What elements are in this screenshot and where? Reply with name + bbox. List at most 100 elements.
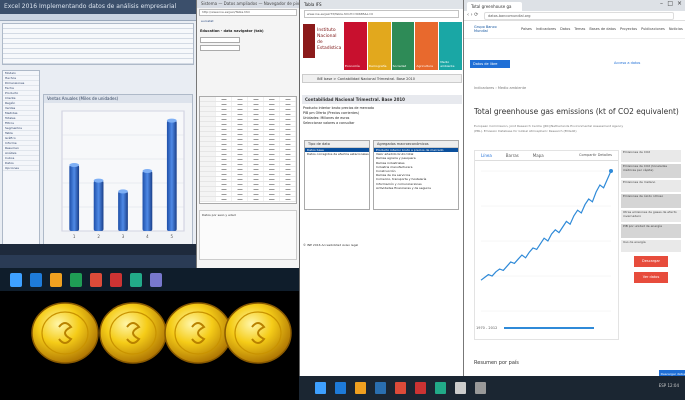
taskbar-app-icon[interactable] [90, 272, 102, 287]
browser-tab[interactable]: Total greenhouse ga [467, 2, 522, 11]
table-cell [216, 132, 232, 136]
field-list[interactable]: Modelo Hechos Dimensiones Fecha Producto Clie… [2, 70, 40, 250]
related-indicator[interactable]: Uso de energía [621, 240, 681, 252]
taskbar-app-icon[interactable] [130, 272, 142, 287]
topic-tile-label: Medio ambiente [440, 60, 455, 68]
table-cell [264, 172, 280, 176]
table-cell [200, 137, 216, 141]
open-data-button[interactable]: Datos de libre acceso [470, 60, 510, 74]
app-toolbar[interactable] [0, 14, 196, 21]
selector-items[interactable]: Producto interior bruto a precios de mer… [374, 148, 458, 190]
windows-start-icon[interactable] [315, 382, 326, 394]
action-button[interactable]: Descargar [634, 256, 668, 267]
related-indicator[interactable]: Otras emisiones de gases de efecto inver… [621, 210, 681, 222]
ine-logo[interactable]: Instituto Nacional de Estadística [303, 24, 343, 70]
field-list-item[interactable]: Opciones [3, 166, 39, 171]
year-slider[interactable] [504, 327, 594, 329]
related-indicator[interactable]: Emisiones de CO2 (toneladas métricas per… [621, 164, 681, 178]
menu-item[interactable]: Países [521, 27, 532, 31]
taskbar-app-icon[interactable] [435, 382, 446, 394]
table-cell [248, 112, 264, 116]
sheet-tabs-bar[interactable] [0, 244, 196, 255]
topic-tile[interactable]: Demografía [367, 22, 391, 70]
table-cell [264, 162, 280, 166]
back-forward-icon[interactable]: ‹ › ⟳ [467, 12, 478, 18]
selector-items[interactable]: Datos base Datos corregidos de efectos es… [305, 148, 369, 156]
last-point [609, 169, 613, 173]
related-indicator[interactable]: Emisiones de CO2 [621, 150, 681, 162]
chart-actions[interactable]: Compartir Detalles [579, 153, 612, 157]
data-access-link[interactable]: Acceso a datos [614, 61, 640, 65]
site-menu[interactable]: Países Indicadores Datos Temas Bases de dato… [521, 27, 685, 31]
table-cell [216, 152, 232, 156]
taskbar-app-icon[interactable] [455, 382, 466, 394]
table-cell [248, 147, 264, 151]
menu-item[interactable]: Datos [560, 27, 570, 31]
taskbar-app-icon[interactable] [335, 382, 346, 394]
table-cell [200, 132, 216, 136]
tab-map[interactable]: Mapa [533, 153, 544, 158]
filter-field-2[interactable] [200, 45, 240, 51]
taskbar-app-icon[interactable] [375, 382, 386, 394]
table-cell [280, 182, 296, 186]
topic-tile[interactable]: Agricultura [415, 22, 439, 70]
maximize-icon[interactable]: □ [667, 0, 673, 7]
topic-tile[interactable]: Economía [344, 22, 367, 70]
topic-tile[interactable]: Medio ambiente [439, 22, 462, 70]
ine-logo-text: Instituto Nacional de Estadística [317, 28, 343, 52]
taskbar-app-icon[interactable] [355, 382, 366, 394]
filter-field-1[interactable] [200, 37, 240, 43]
taskbar-app-icon[interactable] [50, 272, 62, 287]
chart-window: Ventas Anuales (Miles de unidades) 1 2 3 4 5 [43, 94, 193, 245]
selector-tipo-dato[interactable]: Tipo de dato Datos base Datos corregidos … [304, 140, 370, 210]
tab-bar[interactable]: Barras [506, 153, 519, 158]
bar-cap [93, 178, 104, 183]
taskbar-app-icon[interactable] [395, 382, 406, 394]
taskbar-app-icon[interactable] [415, 382, 426, 394]
table-cell [248, 102, 264, 106]
topic-tile[interactable]: Sociedad [391, 22, 415, 70]
bar-cap [142, 169, 153, 173]
taskbar-app-icon[interactable] [30, 272, 42, 287]
table-cell [200, 192, 216, 196]
menu-item[interactable]: Noticias [669, 27, 683, 31]
worldbank-logo[interactable]: Grupo Banco Mundial [474, 25, 504, 35]
menu-item[interactable]: Temas [574, 27, 585, 31]
taskbar-app-icon[interactable] [110, 272, 122, 287]
menu-item[interactable]: Indicadores [536, 27, 556, 31]
selector-option[interactable]: Datos corregidos de efectos estacionales… [305, 152, 369, 156]
related-indicators: Emisiones de CO2 Emisiones de CO2 (tonela… [621, 150, 681, 300]
menu-item[interactable]: Proyectos [620, 27, 637, 31]
selector-agregados[interactable]: Agregados macroeconómicos Producto inter… [373, 140, 459, 210]
chart-header: Ventas Anuales (Miles de unidades) [44, 95, 192, 103]
address-bar[interactable]: http://www.ine.es/jaxi/Tabla.htm [199, 9, 297, 16]
data-grid[interactable] [2, 23, 194, 65]
related-indicator[interactable]: Emisiones de metano [621, 180, 681, 192]
grid-row[interactable] [3, 59, 193, 64]
taskbar-app-icon[interactable] [150, 272, 162, 287]
menu-item[interactable]: Publicaciones [641, 27, 665, 31]
windows-start-icon[interactable] [10, 272, 22, 287]
browser-tab[interactable]: Tabla IFS [300, 0, 463, 9]
action-button[interactable]: Ver datos [634, 272, 668, 283]
breadcrumb[interactable]: Indicadores › Medio ambiente [474, 86, 526, 90]
table-cell [248, 152, 264, 156]
address-bar[interactable]: www.ine.es/jaxiT3/Tabla.htm?t=30685&L=0 [304, 10, 459, 18]
tab-line[interactable]: Línea [481, 153, 492, 158]
table-cell [200, 122, 216, 126]
breadcrumb[interactable]: INE base > Contabilidad Nacional Trimest… [302, 74, 462, 83]
menu-item[interactable]: Bases de datos [589, 27, 616, 31]
table-row [200, 197, 296, 202]
related-indicator[interactable]: Emisiones de óxido nitroso [621, 194, 681, 208]
taskbar-app-icon[interactable] [70, 272, 82, 287]
browser-tab[interactable]: Sistema — Datos ampliados — Navegador de… [197, 0, 299, 8]
address-bar[interactable]: datos.bancomundial.org [484, 12, 674, 20]
chart-panel: Línea Barras Mapa Compartir Detalles [474, 150, 619, 340]
selector-option[interactable]: Actividades financieras y de seguros [374, 186, 458, 190]
minimize-icon[interactable]: – [660, 0, 663, 7]
taskbar-app-icon[interactable] [475, 382, 486, 394]
system-tray[interactable]: ESP 12:04 [659, 383, 679, 388]
related-indicator[interactable]: PIB por unidad de energía [621, 224, 681, 238]
table-cell [280, 107, 296, 111]
close-icon[interactable]: × [677, 0, 682, 7]
